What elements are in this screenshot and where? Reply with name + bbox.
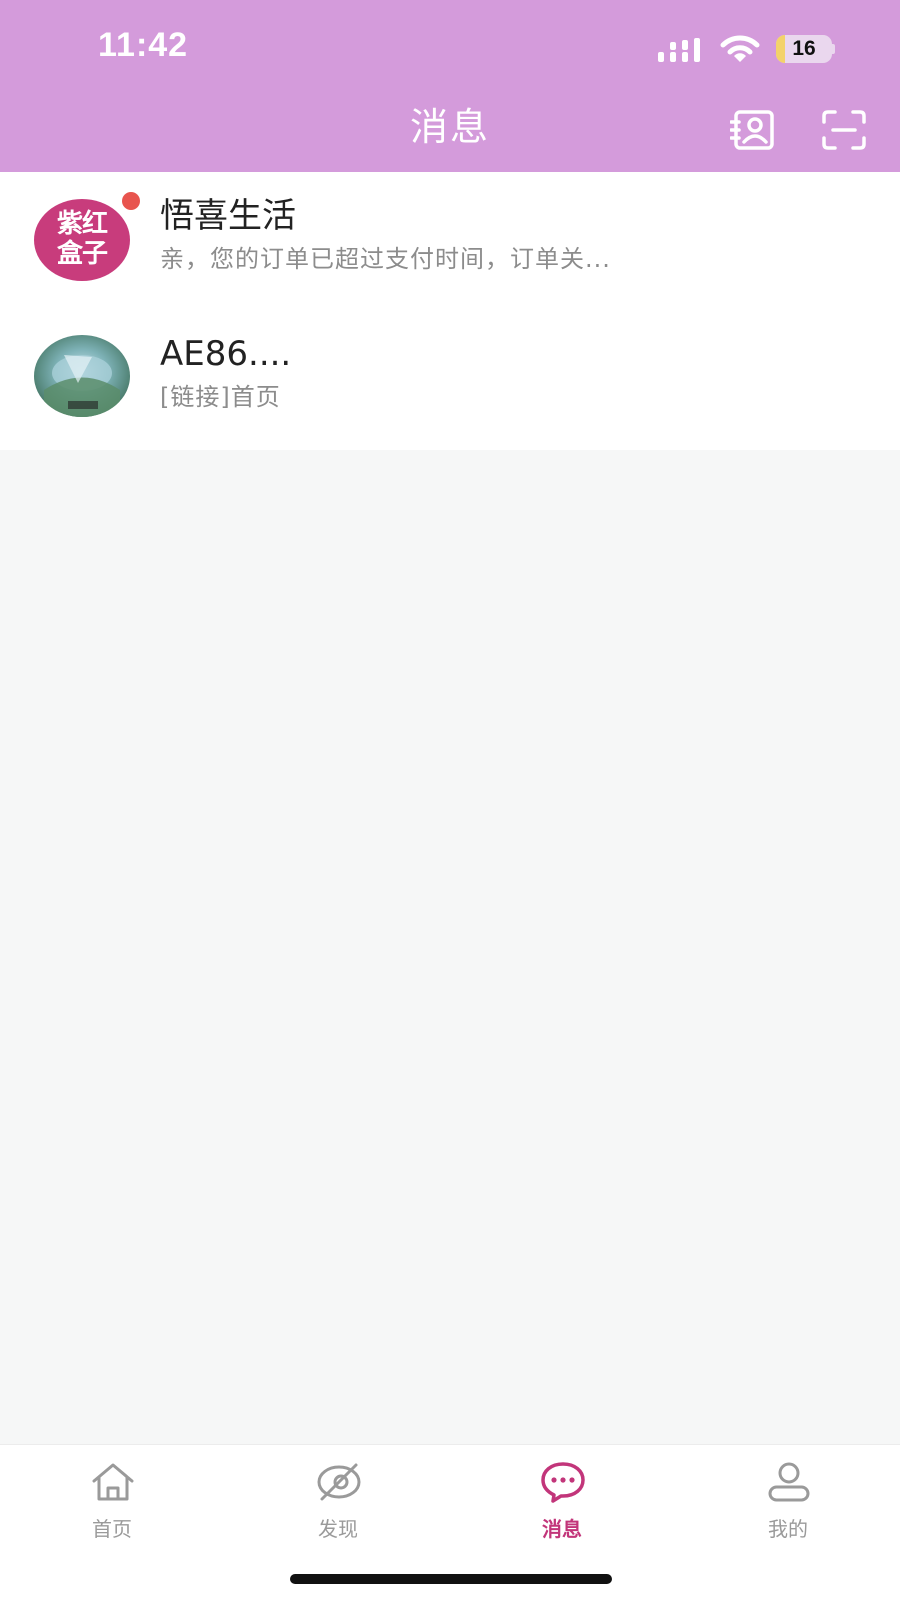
unread-badge <box>122 192 140 210</box>
photo-avatar-icon <box>34 335 130 417</box>
conversation-preview: 亲，您的订单已超过支付时间，订单关... <box>160 245 611 273</box>
home-icon <box>92 1463 134 1501</box>
avatar-text-line2: 盒子 <box>56 239 108 269</box>
avatar: 紫红 盒子 <box>34 199 130 281</box>
wifi-icon <box>720 35 760 62</box>
tab-label: 我的 <box>768 1517 808 1541</box>
battery-level: 16 <box>792 37 816 60</box>
tab-label: 首页 <box>92 1517 132 1541</box>
status-time: 11:42 <box>98 26 189 64</box>
avatar-text-line1: 紫红 <box>56 209 108 239</box>
tab-profile[interactable]: 我的 <box>728 1461 848 1557</box>
header-bar: 11:42 16 消息 <box>0 0 900 172</box>
scan-icon[interactable] <box>822 110 866 150</box>
conversation-list: 紫红 盒子 悟喜生活 亲，您的订单已超过支付时间，订单关... AE86....… <box>0 172 900 450</box>
battery-icon: 16 <box>776 35 836 63</box>
conversation-preview: [链接]首页 <box>160 383 281 411</box>
tab-label: 发现 <box>318 1517 358 1541</box>
conversation-item-wuxi[interactable]: 紫红 盒子 悟喜生活 亲，您的订单已超过支付时间，订单关... <box>0 172 900 310</box>
discover-eye-icon <box>317 1463 361 1501</box>
tab-home[interactable]: 首页 <box>52 1461 172 1557</box>
messages-screen: 11:42 16 消息 紫红 盒子 悟喜生活 亲，您的订单已超过支付时间，订单关… <box>0 0 900 1600</box>
conversation-item-ae86[interactable]: AE86.... [链接]首页 <box>0 310 900 448</box>
profile-icon <box>768 1462 810 1502</box>
avatar-brand-text: 紫红 盒子 <box>34 209 130 269</box>
home-indicator <box>290 1574 612 1584</box>
cellular-signal-icon <box>658 38 700 62</box>
contacts-book-icon[interactable] <box>730 110 776 150</box>
tab-discover[interactable]: 发现 <box>278 1461 398 1557</box>
conversation-name: 悟喜生活 <box>160 196 296 236</box>
tab-messages[interactable]: 消息 <box>502 1461 622 1557</box>
conversation-name: AE86.... <box>160 334 292 374</box>
tab-label: 消息 <box>542 1517 582 1541</box>
message-bubble-icon <box>541 1462 585 1503</box>
